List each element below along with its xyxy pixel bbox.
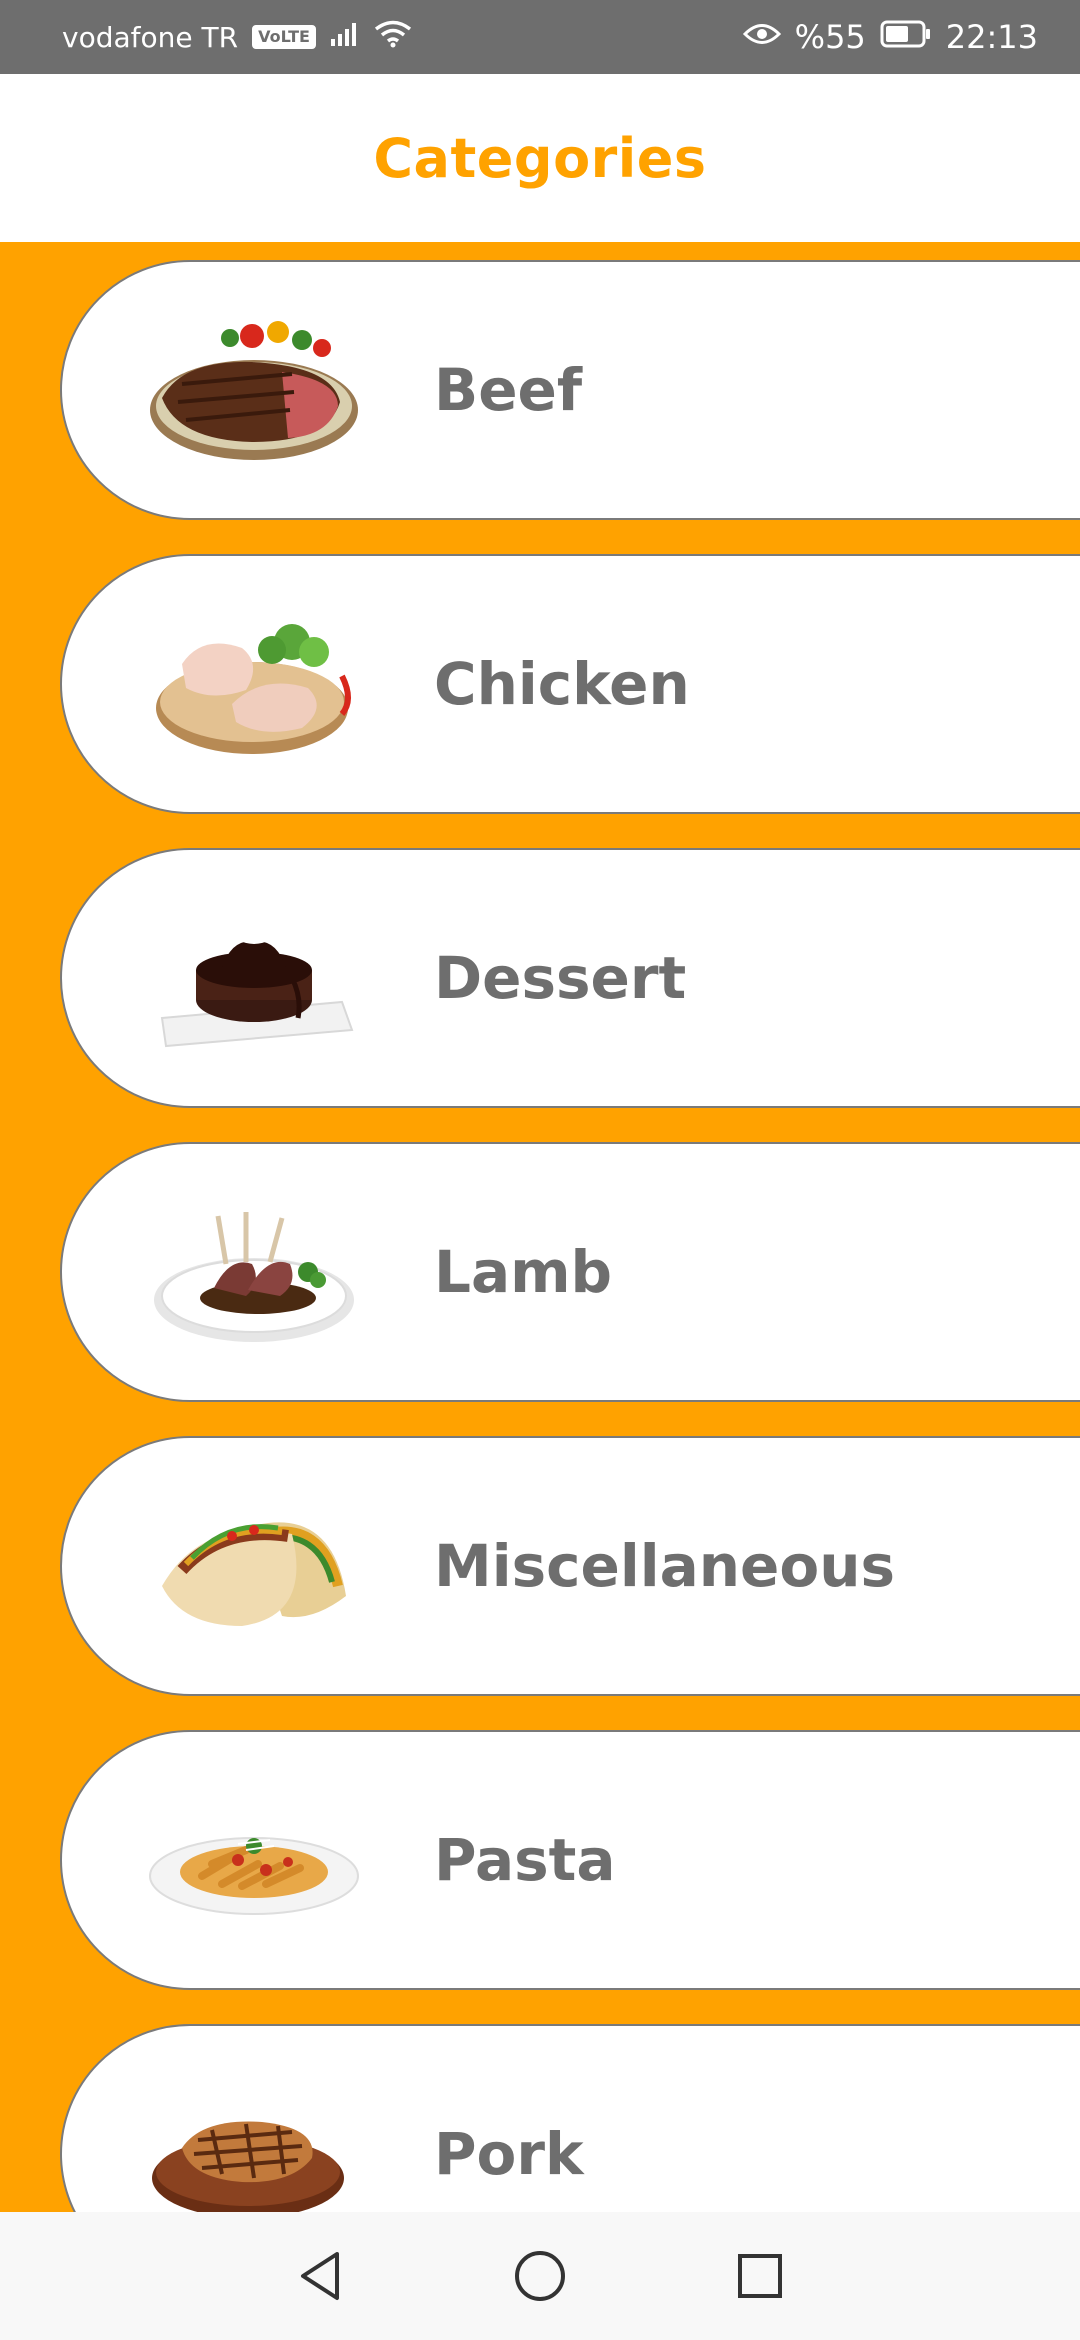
category-label: Miscellaneous	[434, 1532, 896, 1600]
status-right: %55 22:13	[742, 18, 1038, 56]
pork-chop-image	[152, 2121, 344, 2212]
category-card-beef[interactable]: Beef	[60, 260, 1080, 520]
category-label: Pork	[434, 2120, 584, 2188]
category-card-pork[interactable]: Pork	[60, 2024, 1080, 2212]
category-label: Pasta	[434, 1826, 616, 1894]
system-nav-bar	[0, 2212, 1080, 2340]
signal-icon	[330, 21, 360, 54]
page-title: Categories	[373, 126, 707, 190]
category-card-dessert[interactable]: Dessert	[60, 848, 1080, 1108]
category-label: Lamb	[434, 1238, 613, 1306]
category-card-chicken[interactable]: Chicken	[60, 554, 1080, 814]
volte-badge: VoLTE	[252, 25, 316, 49]
category-card-pasta[interactable]: Pasta	[60, 1730, 1080, 1990]
penne-pasta-image	[149, 1837, 359, 1915]
category-label: Chicken	[434, 650, 690, 718]
battery-icon	[880, 20, 932, 55]
category-label: Dessert	[434, 944, 687, 1012]
battery-percent: %55	[794, 18, 866, 56]
recents-icon[interactable]	[725, 2241, 795, 2311]
app-bar: Categories	[0, 74, 1080, 242]
category-list[interactable]: Beef Chicken Dessert Lamb Miscellaneous …	[0, 242, 1080, 2212]
eye-icon	[742, 21, 781, 54]
home-icon[interactable]	[505, 2241, 575, 2311]
screen: vodafone TR VoLTE %55 22:13 Categories B…	[0, 0, 1080, 2340]
lamb-chops-image	[154, 1212, 354, 1342]
back-icon[interactable]	[285, 2241, 355, 2311]
category-card-miscellaneous[interactable]: Miscellaneous	[60, 1436, 1080, 1696]
chocolate-cake-image	[160, 900, 354, 1048]
category-label: Beef	[434, 356, 583, 424]
wifi-icon	[374, 20, 412, 55]
chicken-legs-image	[156, 624, 351, 754]
tacos-image	[162, 1522, 346, 1626]
clock: 22:13	[945, 18, 1038, 56]
carrier-name: vodafone TR	[62, 20, 239, 54]
status-bar: vodafone TR VoLTE %55 22:13	[0, 0, 1080, 74]
category-card-lamb[interactable]: Lamb	[60, 1142, 1080, 1402]
beef-steak-image	[150, 321, 358, 460]
status-left: vodafone TR VoLTE	[62, 20, 412, 55]
